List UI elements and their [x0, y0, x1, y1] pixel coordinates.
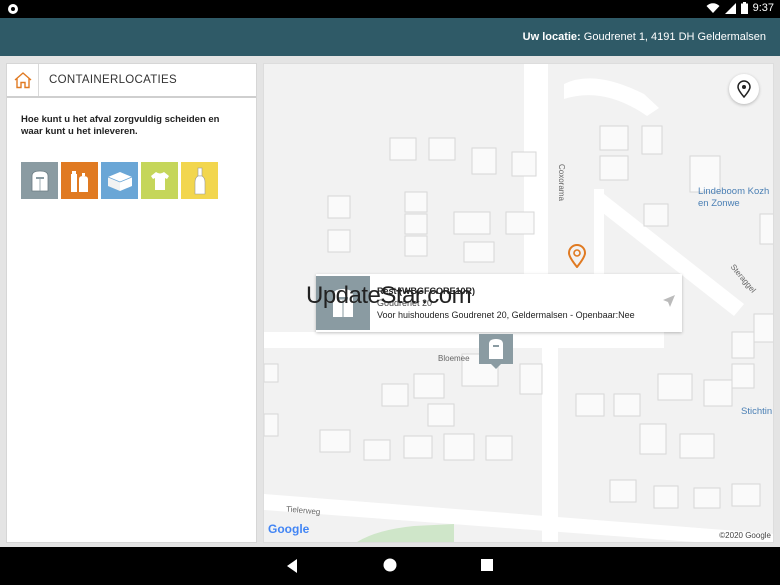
notification-dot-icon [8, 4, 18, 14]
category-papier-button[interactable] [101, 162, 138, 199]
glass-bottle-icon [194, 167, 205, 194]
google-logo: Google [268, 522, 309, 536]
navigate-arrow-icon[interactable] [662, 294, 676, 308]
home-icon [14, 72, 31, 89]
recents-button[interactable] [481, 559, 493, 571]
my-location-button[interactable] [729, 74, 759, 104]
street-label: Bloemee [438, 354, 470, 363]
signal-icon [724, 2, 736, 14]
location-value: Goudrenet 1, 4191 DH Geldermalsen [583, 31, 766, 43]
map-copyright: ©2020 Google [719, 531, 771, 540]
back-button[interactable] [285, 558, 299, 574]
container-details: Voor huishoudens Goudrenet 20, Geldermal… [377, 310, 635, 320]
location-pin-icon [737, 80, 751, 98]
category-plastic-button[interactable] [61, 162, 98, 199]
battery-icon [740, 2, 748, 14]
map-view[interactable]: Coxorama Bloemee Tielerweg Steraggel Lin… [263, 63, 774, 543]
current-location[interactable]: Uw locatie: Goudrenet 1, 4191 DH Gelderm… [523, 31, 766, 43]
home-button[interactable] [7, 64, 39, 96]
place-label: Lindeboom Kozh en Zonwe [698, 186, 770, 209]
page-title: CONTAINERLOCATIES [49, 74, 177, 86]
cardboard-box-icon [107, 171, 132, 191]
tshirt-icon [150, 171, 169, 190]
user-location-marker-icon [568, 244, 586, 268]
plastic-bottles-icon [70, 170, 88, 192]
container-icon [489, 339, 503, 359]
clock: 9:37 [752, 2, 774, 14]
navigation-bar [0, 547, 780, 585]
category-glas-button[interactable] [181, 162, 218, 199]
sidebar-description: Hoe kunt u het afval zorgvuldig scheiden… [21, 114, 220, 137]
status-bar: 9:37 [0, 0, 780, 18]
waste-category-list [21, 162, 256, 199]
wifi-icon [706, 2, 720, 13]
sidebar-panel: CONTAINERLOCATIES Hoe kunt u het afval z… [6, 63, 257, 543]
container-icon [31, 170, 48, 191]
container-map-marker[interactable] [479, 334, 513, 369]
sidebar-header: CONTAINERLOCATIES [7, 64, 256, 98]
street-label: Coxorama [557, 164, 566, 201]
google-logo-text: Google [268, 522, 310, 536]
location-label: Uw locatie: [522, 31, 581, 43]
place-label: Stichtin [741, 406, 773, 417]
category-textiel-button[interactable] [141, 162, 178, 199]
watermark: UpdateStar.com [306, 282, 472, 309]
app-bar: Uw locatie: Goudrenet 1, 4191 DH Gelderm… [0, 18, 780, 56]
category-restafval-button[interactable] [21, 162, 58, 199]
home-nav-button[interactable] [383, 558, 397, 572]
status-icons: 9:37 [706, 2, 774, 14]
